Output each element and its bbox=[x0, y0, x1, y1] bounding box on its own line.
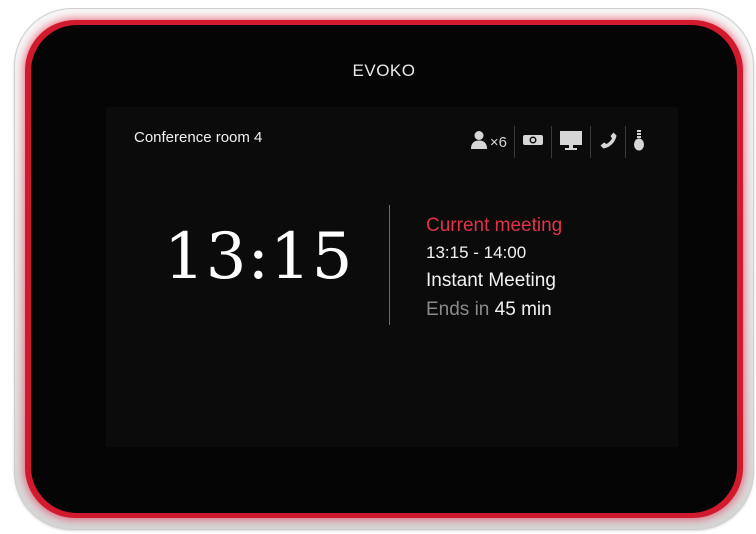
meeting-status-label: Current meeting bbox=[426, 215, 563, 236]
person-icon bbox=[470, 130, 488, 155]
phone-icon bbox=[598, 130, 618, 155]
light-indicator bbox=[626, 127, 652, 157]
phone-indicator bbox=[591, 127, 625, 157]
vertical-divider bbox=[389, 205, 390, 325]
ends-in-label: Ends in bbox=[426, 299, 490, 320]
meeting-title: Instant Meeting bbox=[426, 270, 556, 291]
room-name: Conference room 4 bbox=[134, 129, 263, 146]
room-equipment-bar: ×6 bbox=[463, 125, 652, 159]
device-bezel: EVOKO Conference room 4 ×6 13:15 Current… bbox=[31, 25, 737, 513]
projector-indicator bbox=[515, 127, 551, 157]
meeting-time-range: 13:15 - 14:00 bbox=[426, 243, 527, 262]
ends-in-value: 45 min bbox=[494, 299, 552, 320]
capacity-indicator: ×6 bbox=[463, 127, 514, 157]
display-screen[interactable]: Conference room 4 ×6 13:15 Current meeti… bbox=[106, 107, 678, 447]
brand-logo: EVOKO bbox=[352, 61, 416, 80]
capacity-count: ×6 bbox=[489, 133, 507, 151]
meeting-remaining: Ends in 45 min bbox=[426, 296, 562, 324]
projector-icon bbox=[522, 132, 544, 153]
current-meeting-panel: Current meeting 13:15 - 14:00 Instant Me… bbox=[426, 213, 562, 324]
monitor-icon bbox=[559, 130, 583, 155]
current-time: 13:15 bbox=[164, 220, 354, 294]
monitor-indicator bbox=[552, 127, 590, 157]
light-icon bbox=[633, 129, 645, 156]
